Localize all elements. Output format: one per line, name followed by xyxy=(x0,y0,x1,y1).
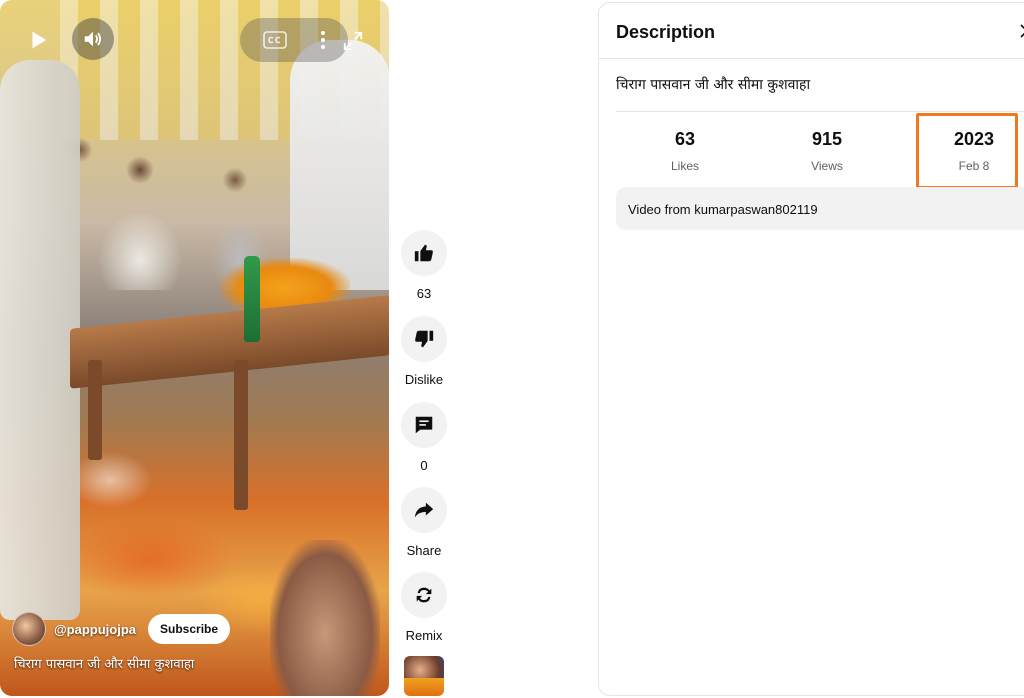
fullscreen-button[interactable] xyxy=(340,28,366,54)
thumbs-up-icon xyxy=(414,244,433,262)
captions-button[interactable] xyxy=(262,30,287,50)
fullscreen-icon xyxy=(343,31,363,51)
play-button[interactable] xyxy=(18,20,58,60)
remix-action: Remix xyxy=(398,572,450,643)
video-frame-table-leg xyxy=(234,360,248,510)
remix-button[interactable] xyxy=(401,572,447,618)
video-player[interactable]: @pappujojpa Subscribe चिराग पासवान जी और… xyxy=(0,0,389,696)
channel-overlay: @pappujojpa Subscribe xyxy=(12,612,231,646)
comments-button[interactable] xyxy=(401,402,447,448)
video-source-chip[interactable]: Video from kumarpaswan802119 xyxy=(616,187,1024,230)
close-icon[interactable] xyxy=(1019,23,1024,39)
video-frame-person-left xyxy=(0,60,80,620)
stat-views: 915 Views xyxy=(777,129,877,173)
stat-likes: 63 Likes xyxy=(635,129,735,173)
views-value: 915 xyxy=(811,129,843,149)
video-frame-person-right xyxy=(290,40,389,290)
description-text: चिराग पासवान जी और सीमा कुशवाहा xyxy=(616,77,811,93)
comment-icon xyxy=(415,416,433,434)
volume-icon xyxy=(84,31,102,47)
subscribe-button[interactable]: Subscribe xyxy=(148,614,231,644)
remix-icon xyxy=(416,587,432,603)
description-panel: Description चिराग पासवान जी और सीमा कुशव… xyxy=(598,2,1024,696)
panel-title: Description xyxy=(616,22,716,42)
likes-label: Likes xyxy=(670,159,699,173)
player-controls-group xyxy=(240,18,348,62)
dislike-button[interactable] xyxy=(401,316,447,362)
views-label: Views xyxy=(811,159,843,173)
share-icon xyxy=(414,502,434,518)
like-action: 63 xyxy=(398,230,450,301)
thumbs-down-icon xyxy=(415,330,434,348)
play-icon xyxy=(32,31,47,49)
sound-source-thumbnail[interactable] xyxy=(404,656,444,696)
likes-value: 63 xyxy=(674,129,696,149)
comment-count: 0 xyxy=(420,458,428,473)
video-frame-hands xyxy=(270,540,380,696)
video-frame-bottle xyxy=(244,256,260,342)
share-button[interactable] xyxy=(401,487,447,533)
remix-label: Remix xyxy=(405,628,443,643)
like-count: 63 xyxy=(416,286,432,301)
share-action: Share xyxy=(398,487,450,558)
panel-header: Description xyxy=(599,3,1024,59)
more-vertical-icon xyxy=(320,31,325,49)
captions-icon xyxy=(262,31,287,49)
volume-button[interactable] xyxy=(72,18,114,60)
dislike-label: Dislike xyxy=(404,372,444,387)
dislike-action: Dislike xyxy=(398,316,450,387)
share-label: Share xyxy=(406,543,442,558)
stats-divider xyxy=(616,111,1024,112)
like-button[interactable] xyxy=(401,230,447,276)
channel-handle[interactable]: @pappujojpa xyxy=(54,622,136,637)
channel-avatar[interactable] xyxy=(12,612,46,646)
comments-action: 0 xyxy=(398,402,450,473)
more-options-button[interactable] xyxy=(320,30,326,50)
date-highlight-box xyxy=(916,113,1018,189)
video-title-overlay: चिराग पासवान जी और सीमा कुशवाहा xyxy=(14,657,195,672)
video-frame-table-leg xyxy=(88,360,102,460)
